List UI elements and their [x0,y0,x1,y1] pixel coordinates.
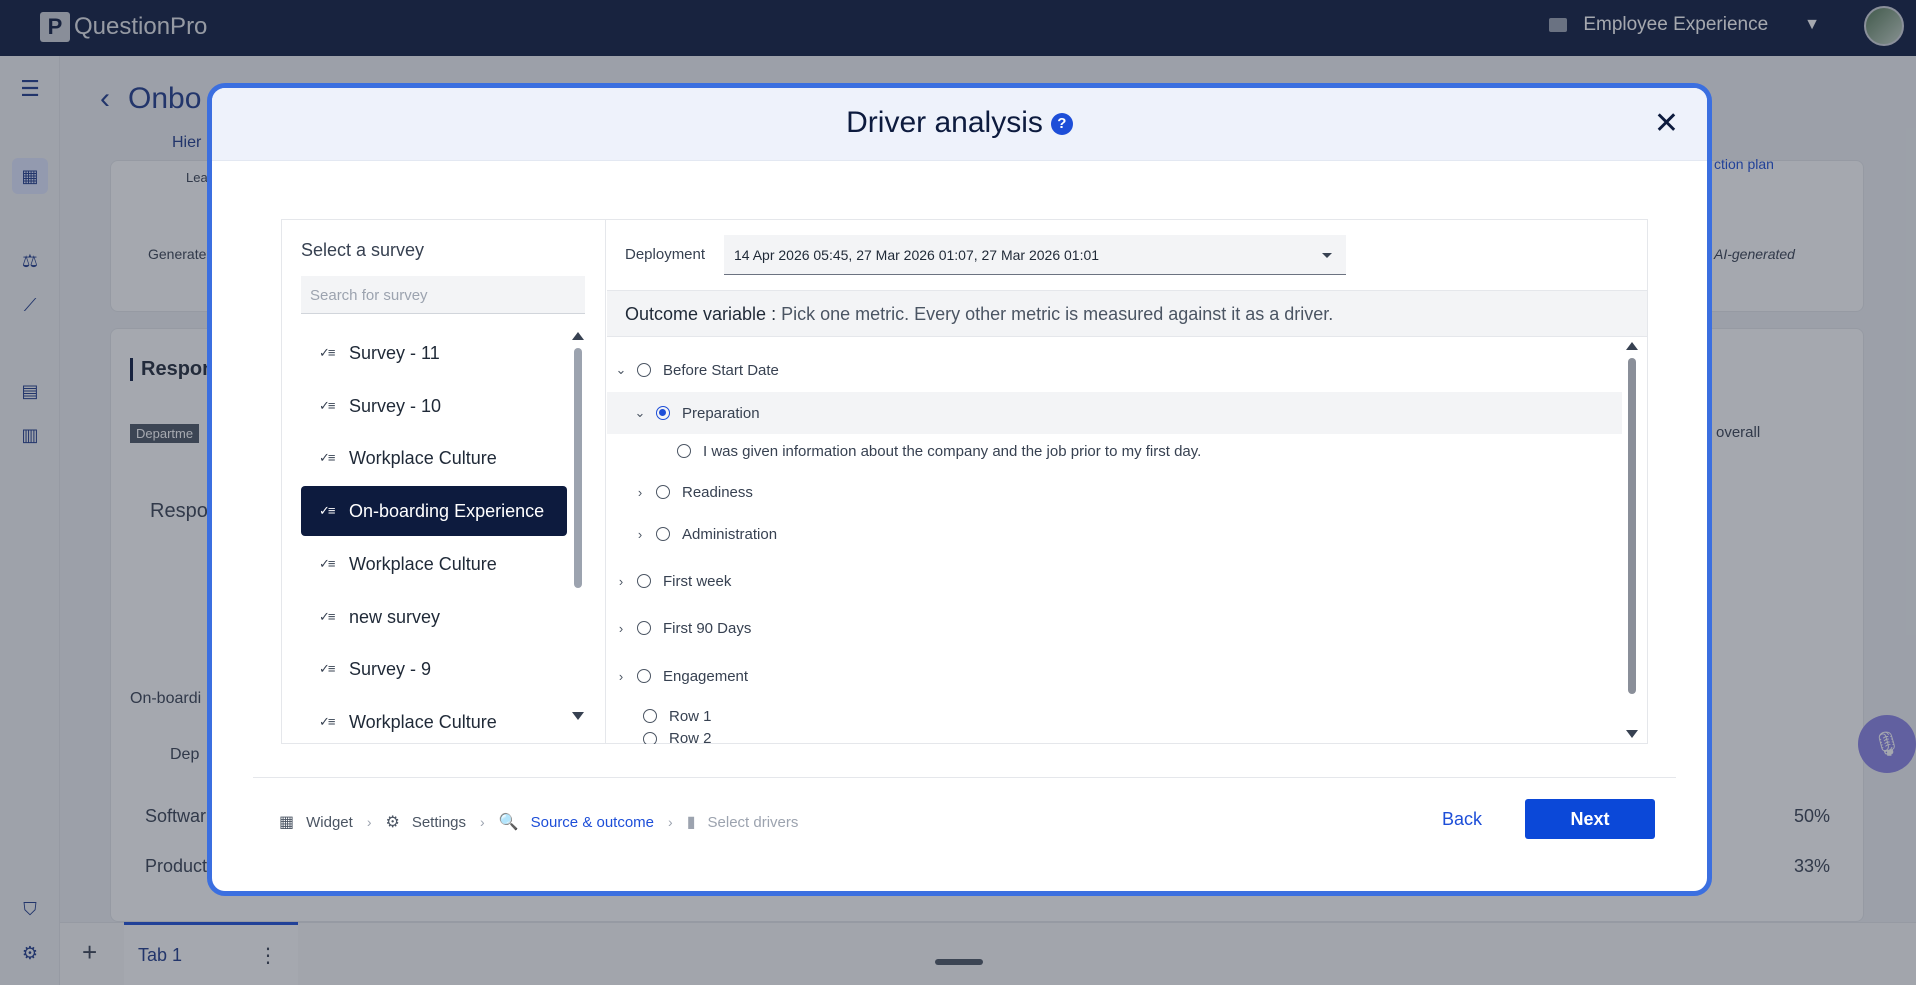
tree-node-row-2[interactable]: Row 2 [635,730,712,744]
checklist-icon: ✓≡ [319,345,335,360]
tree-node-engagement[interactable]: › Engagement [613,655,748,697]
survey-list-item[interactable]: ✓≡ Survey - 10 [301,381,567,431]
wizard-steps: ▦ Widget › ⚙ Settings › 🔍 Source & outcome … [279,807,798,837]
close-icon[interactable]: ✕ [1654,106,1679,141]
chevron-right-icon[interactable]: › [632,485,648,500]
tree-node-first-week[interactable]: › First week [613,560,732,602]
checklist-icon: ✓≡ [319,714,335,729]
chevron-down-icon[interactable]: ⌄ [613,362,629,378]
checklist-icon: ✓≡ [319,556,335,571]
selection-panel: Select a survey Search for survey ✓≡ Surv… [281,219,1648,744]
tree-node-readiness[interactable]: › Readiness [632,471,753,513]
chevron-right-icon: › [480,814,485,830]
chevron-right-icon[interactable]: › [613,669,629,684]
chevron-right-icon[interactable]: › [613,621,629,636]
outcome-variable-hint: Pick one metric. Every other metric is m… [781,304,1334,324]
footer-divider [253,777,1676,778]
chevron-down-icon[interactable]: ⌄ [632,405,648,421]
radio-button[interactable] [637,621,651,635]
table-icon: ▦ [279,814,295,831]
survey-list-item[interactable]: ✓≡ Workplace Culture [301,539,567,589]
survey-list-item[interactable]: ✓≡ Workplace Culture [301,433,567,483]
checklist-icon: ✓≡ [319,503,335,518]
chevron-right-icon: › [668,814,673,830]
radio-button[interactable] [643,732,657,744]
radio-button[interactable] [643,709,657,723]
step-settings[interactable]: ⚙ Settings [385,812,466,832]
select-survey-label: Select a survey [301,240,425,260]
step-select-drivers: ▮ Select drivers [686,813,799,832]
deployment-label: Deployment [625,246,706,263]
modal-header: Driver analysis? ✕ [212,88,1707,161]
outcome-variable-label: Outcome variable : [625,304,777,324]
scroll-down-arrow-icon[interactable] [1626,730,1638,738]
outcome-column: Deployment 14 Apr 2026 05:45, 27 Mar 202… [607,220,1647,744]
survey-list-item-selected[interactable]: ✓≡ On-boarding Experience [301,486,567,536]
back-button[interactable]: Back [1427,799,1497,839]
scroll-up-arrow-icon[interactable] [1626,342,1638,350]
gear-icon: ⚙ [385,814,400,831]
scroll-down-arrow-icon[interactable] [572,712,584,720]
deployment-select[interactable]: 14 Apr 2026 05:45, 27 Mar 2026 01:07, 27… [724,235,1346,275]
survey-list-item[interactable]: ✓≡ Survey - 11 [301,328,567,378]
tree-node-before-start-date[interactable]: ⌄ Before Start Date [613,349,779,391]
driver-analysis-modal: Driver analysis? ✕ Select a survey Searc… [207,83,1712,896]
scroll-up-arrow-icon[interactable] [572,332,584,340]
survey-list-column: Select a survey Search for survey ✓≡ Surv… [282,220,606,743]
checklist-icon: ✓≡ [319,661,335,676]
survey-list-item[interactable]: ✓≡ new survey [301,592,567,642]
radio-button[interactable] [637,574,651,588]
modal-title-text: Driver analysis [846,106,1043,139]
step-widget[interactable]: ▦ Widget [279,812,353,832]
chevron-right-icon[interactable]: › [632,527,648,542]
deployment-value: 14 Apr 2026 05:45, 27 Mar 2026 01:07, 27… [734,247,1100,263]
step-source-outcome[interactable]: 🔍 Source & outcome [499,812,654,832]
tree-scrollbar[interactable] [1625,342,1639,738]
radio-button[interactable] [656,527,670,541]
tree-node-question[interactable]: I was given information about the compan… [669,430,1201,472]
radio-button[interactable] [656,485,670,499]
survey-list-scrollbar[interactable] [572,332,584,720]
chevron-right-icon[interactable]: › [613,574,629,589]
radio-button[interactable] [677,444,691,458]
scrollbar-thumb[interactable] [574,348,582,588]
survey-search-input[interactable]: Search for survey [301,276,585,314]
search-icon: 🔍 [498,814,519,831]
tree-node-first-90-days[interactable]: › First 90 Days [613,607,752,649]
checklist-icon: ✓≡ [319,609,335,624]
checklist-icon: ✓≡ [319,450,335,465]
modal-title: Driver analysis? [212,106,1707,140]
bar-chart-icon: ▮ [686,814,696,831]
survey-list-item[interactable]: ✓≡ Workplace Culture [301,697,567,743]
dropdown-caret-icon [1322,253,1332,258]
checklist-icon: ✓≡ [319,398,335,413]
radio-button-selected[interactable] [656,406,670,420]
radio-button[interactable] [637,363,651,377]
survey-list-item[interactable]: ✓≡ Survey - 9 [301,644,567,694]
chevron-right-icon: › [366,814,372,830]
scrollbar-thumb[interactable] [1628,358,1636,694]
outcome-variable-bar: Outcome variable : Pick one metric. Ever… [607,290,1647,337]
tree-node-administration[interactable]: › Administration [632,513,777,555]
radio-button[interactable] [637,669,651,683]
tree-node-preparation[interactable]: ⌄ Preparation [607,392,1622,434]
help-icon[interactable]: ? [1050,113,1073,135]
next-button[interactable]: Next [1525,799,1655,839]
